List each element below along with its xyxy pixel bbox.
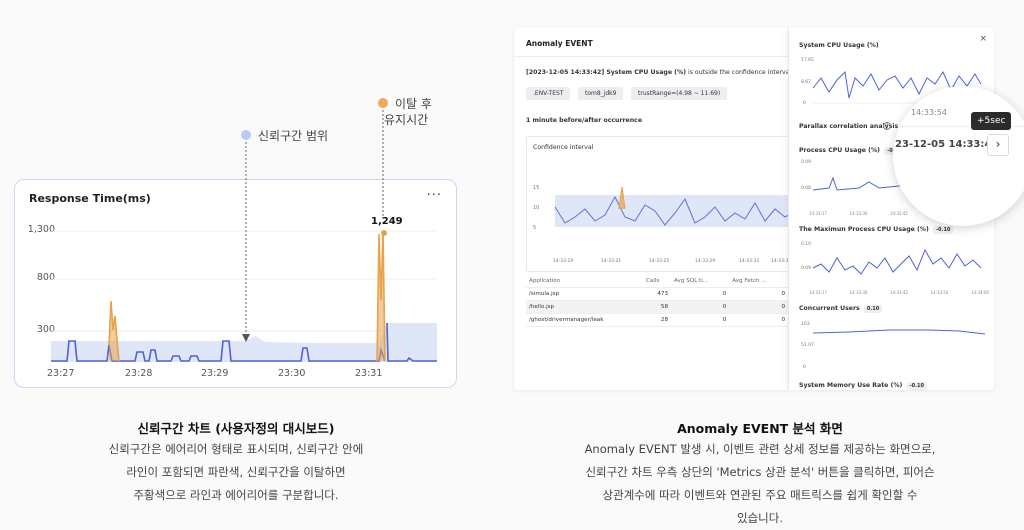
ci-x-1: 14:33:19	[553, 259, 574, 264]
table-row[interactable]: /ghost/drivermanager/leak 28 0 0	[526, 313, 788, 327]
metric-y: 0.09	[801, 160, 812, 165]
metric-title-max-process-cpu: The Maximun Process CPU Usage (%) -0.10	[799, 226, 954, 234]
x-tick: 14:33:17	[809, 211, 827, 216]
x-tick: 14:33:42	[890, 211, 908, 216]
col-avg-fetch[interactable]: Avg Fetch ...	[729, 275, 788, 288]
left-caption-body: 신뢰구간은 에어리어 형태로 표시되며, 신뢰구간 안에 라인이 포함되면 파란…	[36, 438, 436, 507]
tag-agent: tom8_jdk9	[578, 87, 624, 100]
magnified-time: 14:33:54	[911, 108, 947, 117]
table-row[interactable]: /hello.jsp 58 0 0	[526, 300, 788, 314]
x-tick: 14:33:30	[849, 211, 868, 216]
anomaly-message: [2023-12-05 14:33:42] System CPU Usage (…	[526, 69, 793, 76]
help-icon[interactable]: ?	[883, 122, 891, 130]
x-tick: 14:33:54	[930, 290, 949, 295]
metric-y: 0.10	[801, 242, 812, 247]
right-caption-body: Anomaly EVENT 발생 시, 이벤트 관련 상세 정보를 제공하는 화…	[540, 438, 980, 530]
metric-y: 0	[803, 365, 806, 370]
cell: 28	[642, 313, 672, 327]
app-table: Application Calls Avg SQL ti... Avg Fetc…	[526, 275, 788, 327]
x-tick: 14:34:06	[971, 290, 989, 295]
anomaly-title: Anomaly EVENT	[526, 39, 593, 48]
message-bold: [2023-12-05 14:33:42] System CPU Usage (…	[526, 69, 687, 76]
x-tick: 14:33:30	[849, 290, 868, 295]
metric-title-text: Concurrent Users	[799, 305, 860, 312]
correlation-badge: -0.10	[906, 382, 927, 390]
cell: 58	[642, 300, 672, 314]
left-caption-line: 라인이 포함되면 파란색, 신뢰구간을 이탈하면	[126, 465, 346, 479]
cell: 0	[671, 300, 730, 314]
correlation-badge: -0.10	[932, 226, 954, 234]
cell: 0	[729, 313, 788, 327]
cell: 0	[671, 287, 730, 301]
right-caption-line: Anomaly EVENT 발생 시, 이벤트 관련 상세 정보를 제공하는 화…	[584, 442, 936, 456]
table-row[interactable]: /simula.jsp 473 0 0	[526, 287, 788, 301]
left-caption-title: 신뢰구간 차트 (사용자정의 대시보드)	[137, 421, 335, 436]
metric-title-concurrent-users: Concurrent Users 0.10	[799, 305, 883, 313]
tag-env: .ENV-TEST	[526, 87, 571, 100]
metric-title-text: Process CPU Usage (%)	[799, 147, 880, 154]
plus-5sec-tooltip: +5sec	[971, 112, 1012, 130]
metric-y: 0.08	[801, 186, 812, 191]
metric-title-process-cpu: Process CPU Usage (%) -0.10	[799, 147, 905, 155]
cell: 0	[671, 313, 730, 327]
metric-title-text: The Maximun Process CPU Usage (%)	[799, 226, 929, 233]
section-title: 1 minute before/after occurrence	[526, 117, 643, 124]
cell: /hello.jsp	[526, 300, 643, 314]
metric-x-axis: 14:33:17 14:33:30 14:33:42 14:33:54 14:3…	[809, 290, 989, 295]
right-caption-line: 상관계수에 따라 이벤트와 연관된 주요 매트릭스를 쉽게 확인할 수	[602, 488, 918, 502]
cell: 0	[729, 300, 788, 314]
metric-y: 0.09	[801, 266, 812, 271]
table-header: Application Calls Avg SQL ti... Avg Fetc…	[526, 275, 788, 288]
ci-x-4: 14:33:29	[695, 259, 716, 264]
right-caption-line: 있습니다.	[737, 511, 783, 525]
cell: /simula.jsp	[526, 287, 643, 301]
col-calls[interactable]: Calls	[642, 275, 672, 288]
ci-x-3: 14:33:25	[649, 259, 670, 264]
ci-plot	[554, 186, 789, 227]
next-button[interactable]: ›	[987, 134, 1009, 156]
col-avg-sql[interactable]: Avg SQL ti...	[671, 275, 730, 288]
cell: 0	[729, 287, 788, 301]
metric-title-text: System Memory Use Rate (%)	[799, 382, 903, 389]
col-application[interactable]: Application	[526, 275, 643, 288]
correlation-badge: 0.10	[863, 305, 883, 313]
ci-x-2: 14:33:21	[601, 259, 622, 264]
right-caption-line: 신뢰구간 차트 우측 상단의 'Metrics 상관 분석' 버튼을 클릭하면,…	[585, 465, 935, 479]
metric-y: 51.07	[801, 343, 814, 348]
ci-x-5: 14:33:32	[739, 259, 760, 264]
event-datetime: 23-12-05 14:33:42	[895, 139, 999, 150]
divider	[514, 56, 788, 57]
callout-leaders	[242, 110, 384, 342]
left-caption-line: 주황색으로 라인과 에어리어를 구분합니다.	[133, 488, 339, 502]
message-rest: is outside the confidence interval.	[686, 69, 794, 76]
metric-y: 103	[801, 322, 810, 327]
cell: /ghost/drivermanager/leak	[526, 313, 643, 327]
x-tick: 14:33:42	[890, 290, 908, 295]
ci-chart-box: Confidence interval 15 10 5 14:33:19 14:…	[526, 136, 791, 272]
x-tick: 14:33:17	[809, 290, 827, 295]
left-caption-line: 신뢰구간은 에어리어 형태로 표시되며, 신뢰구간 안에	[108, 442, 364, 456]
magnifier-lens: 14:33:54 23-12-05 14:33:42 ›	[893, 86, 1024, 226]
right-caption-title: Anomaly EVENT 분석 화면	[677, 421, 843, 436]
metric-title-memory: System Memory Use Rate (%) -0.10	[799, 382, 927, 390]
cell: 473	[642, 287, 672, 301]
tag-trust-range: trustRange=(4.98 ~ 11.69)	[631, 87, 728, 100]
